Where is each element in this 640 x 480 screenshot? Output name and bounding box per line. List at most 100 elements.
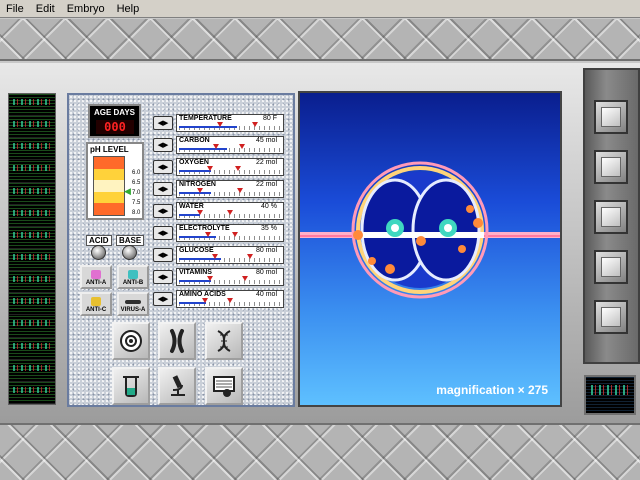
anti-c-label: ANTI-C bbox=[85, 307, 107, 313]
ph-scale-labels: 6.0 6.5 7.0 7.5 8.0 bbox=[132, 168, 140, 218]
gauge-label: AMINO ACIDS bbox=[179, 291, 226, 298]
gauge-oxygen: OXYGEN 22 mol bbox=[176, 158, 284, 176]
adjust-toggle-electrolyte[interactable]: ◀▶ bbox=[153, 226, 173, 240]
history-slot[interactable] bbox=[9, 315, 55, 338]
anti-b-button[interactable]: ANTI-B bbox=[117, 265, 149, 289]
history-slot[interactable] bbox=[9, 248, 55, 272]
gauge-min-marker bbox=[212, 254, 218, 259]
virus-a-button[interactable]: VIRUS-A bbox=[117, 292, 149, 316]
adjust-toggle-glucose[interactable]: ◀▶ bbox=[153, 248, 173, 262]
history-slot[interactable] bbox=[9, 359, 55, 382]
gauge-row-nitrogen: ◀▶ NITROGEN 22 mol bbox=[153, 180, 287, 200]
ph-scale-tick: 6.5 bbox=[132, 180, 141, 186]
history-slot[interactable] bbox=[9, 160, 55, 183]
gauge-amino-acids: AMINO ACIDS 40 mol bbox=[176, 290, 284, 308]
gauge-value: 80 mol bbox=[255, 269, 277, 276]
adjust-toggle-nitrogen[interactable]: ◀▶ bbox=[153, 182, 173, 196]
anti-a-button[interactable]: ANTI-A bbox=[80, 265, 112, 289]
cell-view-button[interactable] bbox=[112, 322, 150, 360]
mini-monitor[interactable] bbox=[584, 375, 636, 415]
gauge-max-marker bbox=[247, 254, 253, 259]
gauge-value: 80 F bbox=[262, 115, 277, 122]
gauge-min-marker bbox=[207, 276, 213, 281]
anti-c-button[interactable]: ANTI-C bbox=[80, 292, 112, 316]
side-button-3[interactable] bbox=[594, 200, 628, 234]
menu-bar: File Edit Embryo Help bbox=[0, 0, 640, 18]
history-slot[interactable] bbox=[9, 116, 55, 139]
ph-color-band bbox=[94, 191, 124, 204]
anti-a-label: ANTI-A bbox=[85, 280, 107, 286]
chromosome-icon bbox=[170, 329, 184, 353]
gauge-row-vitamins: ◀▶ VITAMINS 80 mol bbox=[153, 268, 287, 288]
ph-color-band bbox=[94, 203, 124, 215]
adjust-toggle-vitamins[interactable]: ◀▶ bbox=[153, 270, 173, 284]
gauge-min-marker bbox=[205, 232, 211, 237]
gauge-value: 40 mol bbox=[255, 291, 277, 298]
side-button-4[interactable] bbox=[594, 250, 628, 284]
side-button-1[interactable] bbox=[594, 100, 628, 134]
gauge-min-marker bbox=[213, 144, 219, 149]
square-icon bbox=[601, 307, 621, 327]
history-slot[interactable] bbox=[9, 293, 55, 316]
history-slot[interactable] bbox=[9, 381, 55, 404]
side-button-2[interactable] bbox=[594, 150, 628, 184]
anti-b-label: ANTI-B bbox=[122, 280, 144, 286]
gauge-row-glucose: ◀▶ GLUCOSE 80 mol bbox=[153, 246, 287, 266]
gauge-max-marker bbox=[242, 276, 248, 281]
gauge-level-bar bbox=[179, 126, 238, 128]
history-slot[interactable] bbox=[9, 271, 55, 294]
side-button-5[interactable] bbox=[594, 300, 628, 334]
menu-file[interactable]: File bbox=[0, 3, 30, 15]
magnification-label: magnification × 275 bbox=[436, 383, 548, 397]
microscope-viewer[interactable]: magnification × 275 bbox=[298, 91, 562, 407]
adjust-toggle-amino-acids[interactable]: ◀▶ bbox=[153, 292, 173, 306]
adjust-toggle-oxygen[interactable]: ◀▶ bbox=[153, 160, 173, 174]
chromosome-button[interactable] bbox=[158, 322, 196, 360]
gauge-label: VITAMINS bbox=[179, 269, 212, 276]
beaker-button[interactable] bbox=[112, 367, 150, 405]
menu-embryo[interactable]: Embryo bbox=[61, 3, 111, 15]
embryo-history-strip[interactable] bbox=[8, 93, 56, 405]
ph-level-gauge: pH LEVEL ◀ 6.0 6.5 7.0 7.5 8.0 bbox=[86, 142, 144, 220]
control-panel: AGE DAYS 000 pH LEVEL ◀ 6.0 6.5 7.0 7.5 … bbox=[67, 93, 295, 407]
microscope-button[interactable] bbox=[158, 367, 196, 405]
square-icon bbox=[601, 207, 621, 227]
top-diamond-plate bbox=[0, 19, 640, 61]
history-slot[interactable] bbox=[9, 204, 55, 227]
monitor-scan-button[interactable] bbox=[205, 367, 243, 405]
history-slot[interactable] bbox=[9, 94, 55, 117]
gauge-temperature: TEMPERATURE 80 F bbox=[176, 114, 284, 132]
base-knob[interactable] bbox=[122, 245, 137, 260]
history-slot[interactable] bbox=[9, 182, 55, 205]
gauge-value: 22 mol bbox=[255, 159, 277, 166]
history-slot[interactable] bbox=[9, 138, 55, 161]
vial-icon bbox=[91, 297, 101, 306]
gauge-label: NITROGEN bbox=[179, 181, 216, 188]
gauge-row-amino-acids: ◀▶ AMINO ACIDS 40 mol bbox=[153, 290, 287, 310]
history-slot[interactable] bbox=[9, 226, 55, 249]
age-days-value: 000 bbox=[96, 120, 134, 134]
vial-icon bbox=[128, 270, 138, 279]
square-icon bbox=[601, 157, 621, 177]
adjust-toggle-carbon[interactable]: ◀▶ bbox=[153, 138, 173, 152]
beaker-icon bbox=[123, 376, 139, 397]
syringe-icon bbox=[125, 300, 141, 304]
gauge-level-bar bbox=[179, 148, 227, 150]
dna-button[interactable] bbox=[205, 322, 243, 360]
microscope-icon bbox=[171, 375, 185, 396]
gauge-label: OXYGEN bbox=[179, 159, 209, 166]
ph-scale-tick: 6.0 bbox=[132, 170, 141, 176]
ph-color-scale bbox=[93, 156, 125, 216]
adjust-toggle-temperature[interactable]: ◀▶ bbox=[153, 116, 173, 130]
dna-helix-icon bbox=[217, 330, 231, 352]
menu-edit[interactable]: Edit bbox=[30, 3, 61, 15]
gauge-label: TEMPERATURE bbox=[179, 115, 232, 122]
ph-scale-tick: 8.0 bbox=[132, 210, 141, 216]
history-slot[interactable] bbox=[9, 337, 55, 360]
acid-knob[interactable] bbox=[91, 245, 106, 260]
menu-help[interactable]: Help bbox=[111, 3, 146, 15]
gauge-min-marker bbox=[197, 210, 203, 215]
gauge-max-marker bbox=[237, 188, 243, 193]
adjust-toggle-water[interactable]: ◀▶ bbox=[153, 204, 173, 218]
gauge-max-marker bbox=[232, 232, 238, 237]
